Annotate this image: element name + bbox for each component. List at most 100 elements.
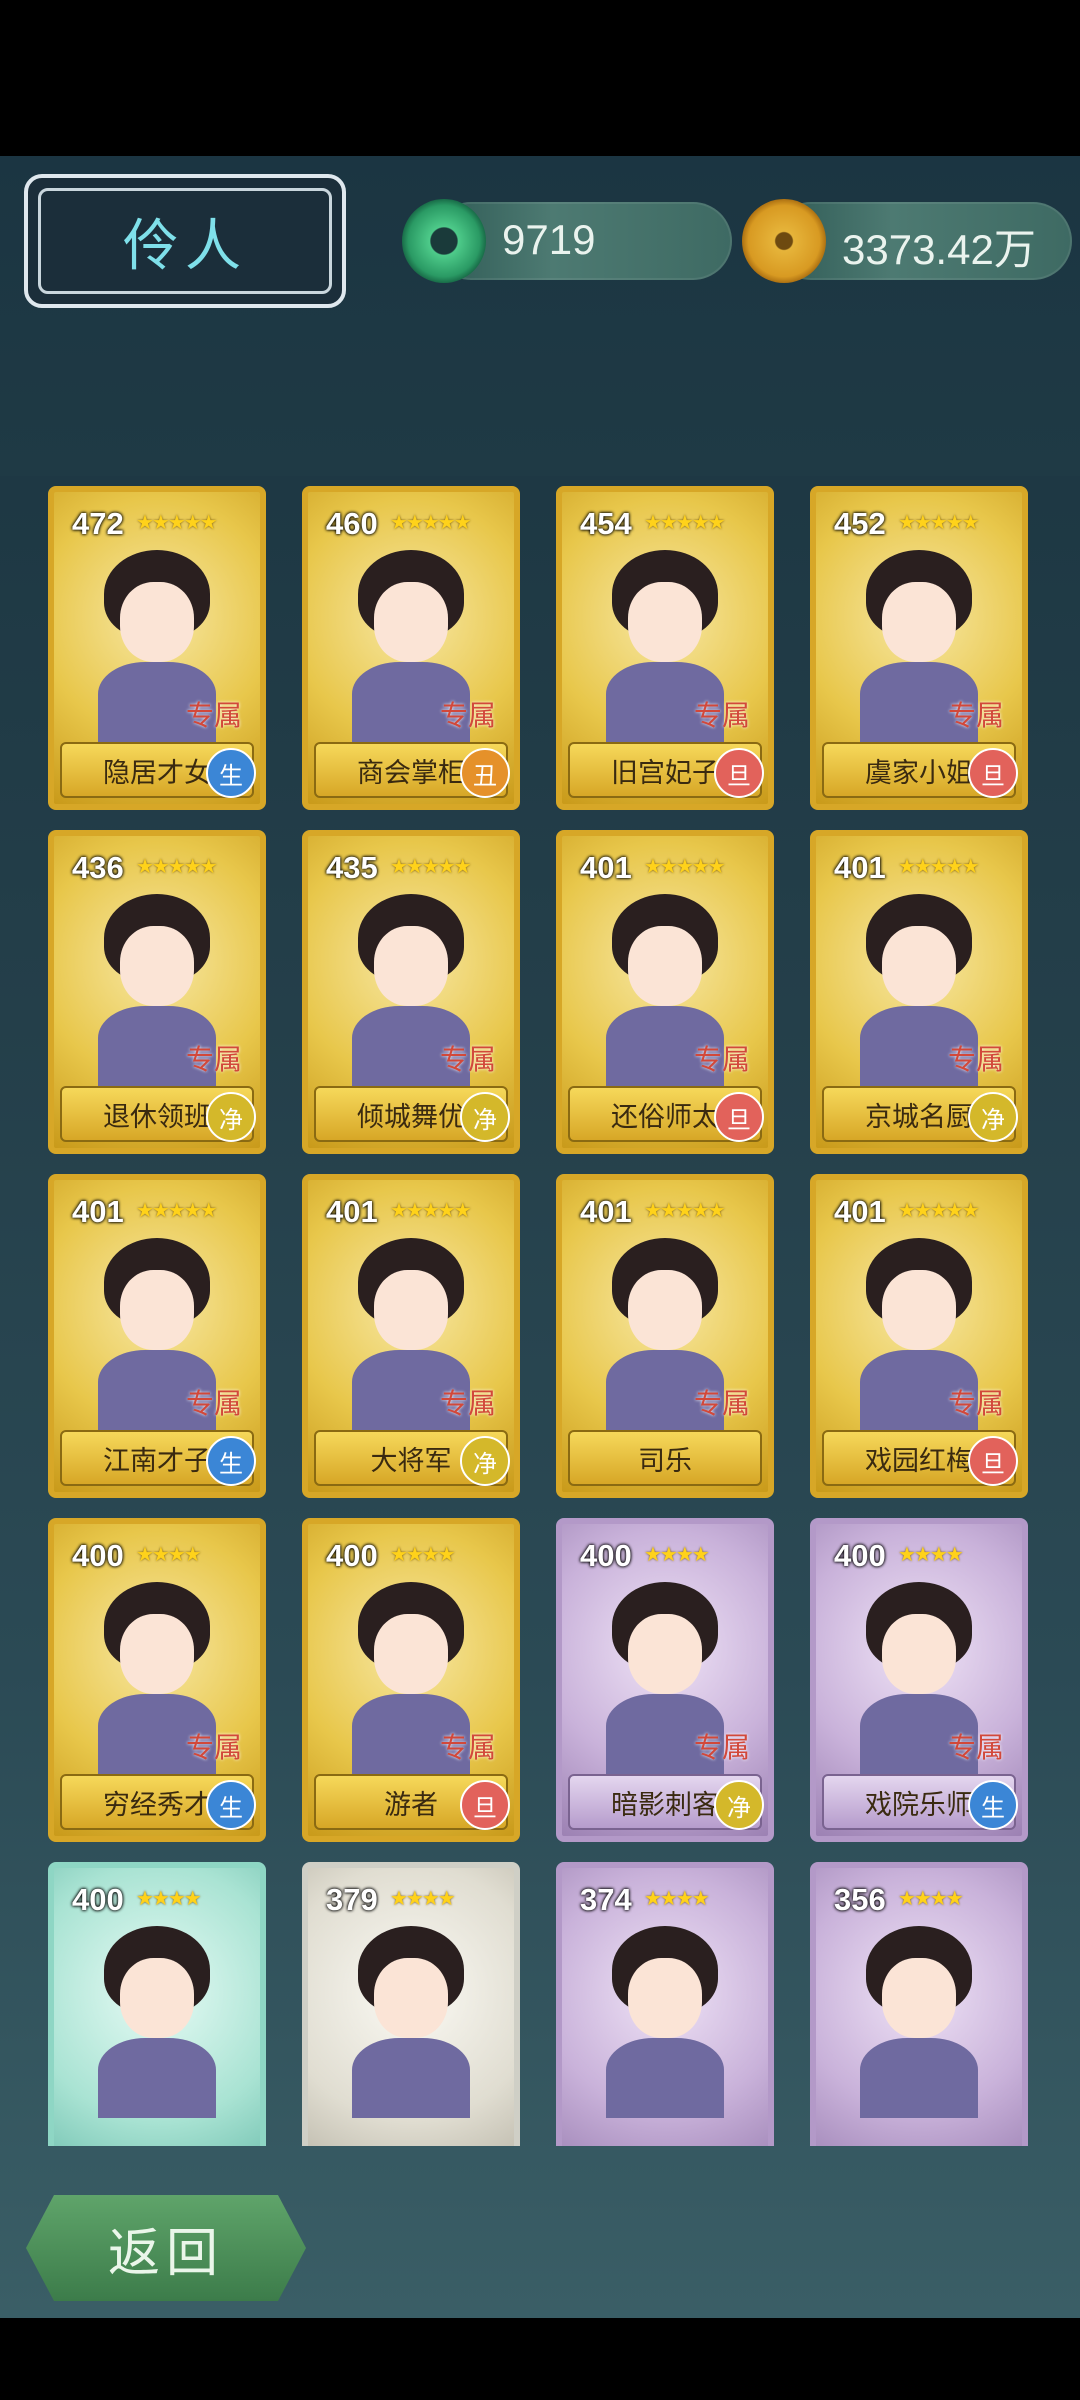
card-name: 还俗师太 (611, 1101, 719, 1133)
actor-card[interactable]: 401 ★★★★★ 专属 戏园红梅旦 (810, 1174, 1028, 1498)
actor-card[interactable]: 400 ★★★★ 专属 穷经秀才生 (48, 1518, 266, 1842)
exclusive-tag: 专属 (185, 1731, 242, 1764)
role-badge-icon: 净 (460, 1092, 510, 1142)
star-rating-icon: ★★★★★ (390, 856, 472, 878)
star-rating-icon: ★★★★ (644, 1888, 710, 1910)
actor-card-grid[interactable]: 472 ★★★★★ 专属 隐居才女生 460 ★★★★★ 专属 商会掌柜丑 454 ★★★★★ 专属… (0, 486, 1080, 2146)
character-portrait (84, 1926, 230, 2118)
actor-card[interactable]: 400 ★★★★ (48, 1862, 266, 2146)
jade-ring-icon (402, 199, 486, 283)
card-rank: 401 (580, 850, 632, 885)
card-name: 隐居才女 (103, 757, 211, 789)
card-rank: 374 (580, 1882, 632, 1917)
card-rank: 400 (72, 1882, 124, 1917)
role-badge-icon: 生 (206, 1436, 256, 1486)
card-name: 虞家小姐 (865, 757, 973, 789)
card-name: 旧宫妃子 (611, 757, 719, 789)
star-rating-icon: ★★★★ (898, 1544, 964, 1566)
card-name: 暗影刺客 (611, 1789, 719, 1821)
jade-currency[interactable]: 9719 (402, 199, 732, 283)
actor-card[interactable]: 435 ★★★★★ 专属 倾城舞优净 (302, 830, 520, 1154)
star-rating-icon: ★★★★ (136, 1888, 202, 1910)
card-rank: 452 (834, 506, 886, 541)
role-badge-icon: 旦 (460, 1780, 510, 1830)
star-rating-icon: ★★★★★ (644, 512, 726, 534)
card-rank: 401 (834, 1194, 886, 1229)
actor-card[interactable]: 460 ★★★★★ 专属 商会掌柜丑 (302, 486, 520, 810)
actor-card[interactable]: 400 ★★★★ 专属 游者旦 (302, 1518, 520, 1842)
actor-card[interactable]: 374 ★★★★ (556, 1862, 774, 2146)
card-name: 司乐 (638, 1445, 692, 1477)
actor-card[interactable]: 454 ★★★★★ 专属旧宫妃子旦 (556, 486, 774, 810)
card-name: 京城名厨 (865, 1101, 973, 1133)
card-rank: 400 (326, 1538, 378, 1573)
role-badge-icon: 旦 (714, 1092, 764, 1142)
exclusive-tag: 专属 (693, 1043, 750, 1076)
exclusive-tag: 专属 (439, 1731, 496, 1764)
name-plate: 司乐 (568, 1430, 762, 1486)
coin-currency[interactable]: 3373.42万 (742, 199, 1072, 283)
character-portrait (338, 1926, 484, 2118)
card-name: 商会掌柜 (357, 757, 465, 789)
role-badge-icon: 净 (206, 1092, 256, 1142)
card-rank: 400 (834, 1538, 886, 1573)
card-rank: 379 (326, 1882, 378, 1917)
exclusive-tag: 专属 (439, 1043, 496, 1076)
actor-card[interactable]: 401 ★★★★★ 专属 大将军净 (302, 1174, 520, 1498)
role-badge-icon: 净 (714, 1780, 764, 1830)
role-badge-icon: 旦 (714, 748, 764, 798)
star-rating-icon: ★★★★★ (898, 856, 980, 878)
actor-card[interactable]: 452 ★★★★★ 专属虞家小姐旦 (810, 486, 1028, 810)
card-rank: 435 (326, 850, 378, 885)
card-name: 戏园红梅 (865, 1445, 973, 1477)
actor-card[interactable]: 400 ★★★★ 专属 戏院乐师生 (810, 1518, 1028, 1842)
card-name: 穷经秀才 (103, 1789, 211, 1821)
star-rating-icon: ★★★★★ (898, 1200, 980, 1222)
navigation-bar (0, 2318, 1080, 2400)
actor-card[interactable]: 472 ★★★★★ 专属 隐居才女生 (48, 486, 266, 810)
star-rating-icon: ★★★★★ (136, 512, 218, 534)
exclusive-tag: 专属 (947, 1043, 1004, 1076)
exclusive-tag: 专属 (693, 1387, 750, 1420)
role-badge-icon: 丑 (460, 748, 510, 798)
star-rating-icon: ★★★★ (390, 1544, 456, 1566)
actor-card[interactable]: 401 ★★★★★ 专属 还俗师太旦 (556, 830, 774, 1154)
exclusive-tag: 专属 (693, 1731, 750, 1764)
star-rating-icon: ★★★★★ (136, 856, 218, 878)
star-rating-icon: ★★★★ (644, 1544, 710, 1566)
card-rank: 401 (72, 1194, 124, 1229)
role-badge-icon: 净 (968, 1092, 1018, 1142)
star-rating-icon: ★★★★ (390, 1888, 456, 1910)
star-rating-icon: ★★★★ (136, 1544, 202, 1566)
exclusive-tag: 专属 (693, 699, 750, 732)
character-portrait (592, 1926, 738, 2118)
back-button-label: 返回 (107, 2223, 224, 2284)
actor-card[interactable]: 400 ★★★★ 专属暗影刺客净 (556, 1518, 774, 1842)
back-button[interactable]: 返回 (26, 2195, 306, 2301)
card-rank: 454 (580, 506, 632, 541)
actor-card[interactable]: 379 ★★★★ (302, 1862, 520, 2146)
exclusive-tag: 专属 (947, 699, 1004, 732)
card-rank: 401 (834, 850, 886, 885)
role-badge-icon: 旦 (968, 1436, 1018, 1486)
card-rank: 400 (580, 1538, 632, 1573)
actor-card[interactable]: 436 ★★★★★ 专属 退休领班净 (48, 830, 266, 1154)
actor-card[interactable]: 401 ★★★★★ 专属 司乐 (556, 1174, 774, 1498)
status-bar (0, 0, 1080, 156)
card-rank: 356 (834, 1882, 886, 1917)
star-rating-icon: ★★★★★ (898, 512, 980, 534)
card-rank: 401 (580, 1194, 632, 1229)
role-badge-icon: 旦 (968, 748, 1018, 798)
actor-card[interactable]: 401 ★★★★★ 专属 江南才子生 (48, 1174, 266, 1498)
card-name: 退休领班 (103, 1101, 211, 1133)
role-badge-icon: 净 (460, 1436, 510, 1486)
exclusive-tag: 专属 (185, 699, 242, 732)
star-rating-icon: ★★★★ (898, 1888, 964, 1910)
exclusive-tag: 专属 (439, 699, 496, 732)
actor-card[interactable]: 356 ★★★★ (810, 1862, 1028, 2146)
actor-card[interactable]: 401 ★★★★★ 专属京城名厨净 (810, 830, 1028, 1154)
star-rating-icon: ★★★★★ (136, 1200, 218, 1222)
role-badge-icon: 生 (206, 1780, 256, 1830)
copper-coin-icon (742, 199, 826, 283)
role-badge-icon: 生 (968, 1780, 1018, 1830)
